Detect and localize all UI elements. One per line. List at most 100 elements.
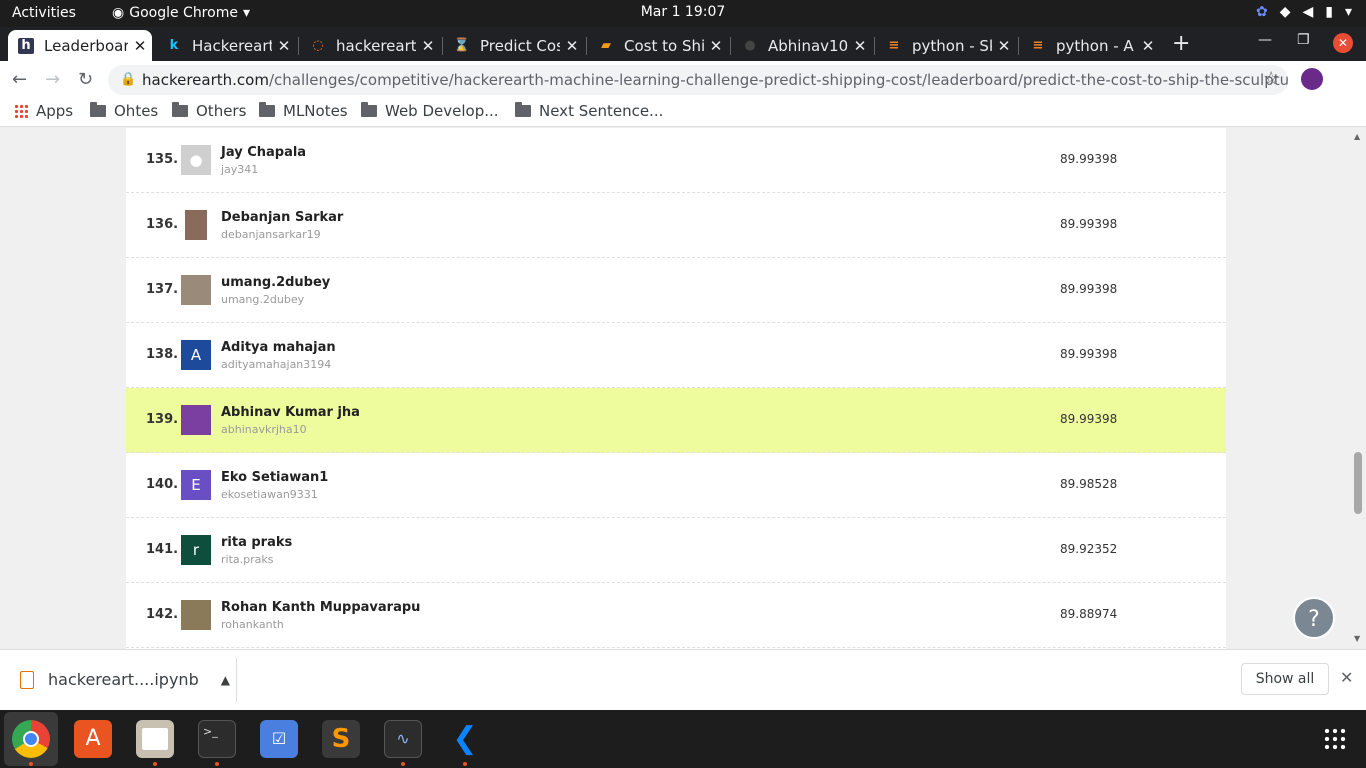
bookmark-folder-mlnotes[interactable]: MLNotes — [259, 102, 348, 120]
bookmark-folder-next-sentence[interactable]: Next Sentence... — [515, 102, 663, 120]
tab-stackoverflow-1[interactable]: ≡ python - Skl ✕ — [876, 30, 1016, 61]
todo-icon[interactable]: ☑ — [260, 720, 298, 758]
leaderboard-row[interactable]: 140. E Eko Setiawan1 ekosetiawan9331 89.… — [126, 453, 1226, 518]
rank: 135. — [146, 152, 179, 167]
back-button[interactable]: ← — [12, 69, 27, 90]
avatar[interactable] — [181, 600, 211, 630]
close-icon[interactable]: ✕ — [416, 37, 440, 55]
tab-hackerearth-kaggle[interactable]: k Hackereart ✕ — [156, 30, 296, 61]
scroll-down-arrow-icon[interactable]: ▼ — [1354, 634, 1360, 643]
user-name[interactable]: Jay Chapala — [221, 145, 306, 160]
tab-cost-to-ship[interactable]: ▰ Cost to Ship ✕ — [588, 30, 728, 61]
close-icon[interactable]: ✕ — [272, 37, 296, 55]
close-icon[interactable]: ✕ — [704, 37, 728, 55]
sublime-text-icon[interactable]: S — [322, 720, 360, 758]
avatar[interactable]: E — [181, 470, 211, 500]
bookmark-label: Others — [196, 102, 247, 120]
leaderboard-row[interactable]: 141. r rita praks rita.praks 89.92352 — [126, 518, 1226, 583]
new-tab-button[interactable]: + — [1172, 31, 1190, 56]
close-icon[interactable]: ✕ — [560, 37, 584, 55]
leaderboard-row-current-user[interactable]: 139. Abhinav Kumar jha abhinavkrjha10 89… — [126, 388, 1226, 453]
user-name[interactable]: umang.2dubey — [221, 275, 330, 290]
files-icon[interactable] — [136, 720, 174, 758]
user-name[interactable]: Eko Setiawan1 — [221, 470, 328, 485]
jupyter-icon: ◌ — [312, 38, 324, 53]
running-indicator — [153, 762, 157, 766]
close-window-button[interactable]: ✕ — [1333, 33, 1353, 53]
bookmark-folder-ohtes[interactable]: Ohtes — [90, 102, 158, 120]
user-name[interactable]: Abhinav Kumar jha — [221, 405, 360, 420]
rank: 140. — [146, 477, 179, 492]
terminal-icon[interactable]: >_ — [198, 720, 236, 758]
app-indicator-icon: ✿ — [1255, 4, 1268, 20]
score: 89.88974 — [1060, 607, 1118, 621]
hackerearth-icon: h — [18, 37, 34, 54]
vscode-icon[interactable]: ❮ — [446, 720, 484, 758]
minimize-button[interactable]: — — [1258, 32, 1272, 48]
bookmark-folder-others[interactable]: Others — [172, 102, 246, 120]
close-icon[interactable]: ✕ — [1136, 37, 1160, 55]
chrome-icon[interactable] — [12, 720, 50, 758]
show-applications-icon[interactable] — [1323, 727, 1347, 751]
leaderboard-row[interactable]: 138. A Aditya mahajan adityamahajan3194 … — [126, 323, 1226, 388]
stackoverflow-icon: ≡ — [888, 38, 900, 53]
reload-button[interactable]: ↻ — [78, 69, 93, 90]
forward-button[interactable]: → — [45, 69, 60, 90]
avatar[interactable] — [1301, 68, 1323, 90]
clock[interactable]: Mar 1 19:07 — [0, 4, 1366, 20]
leaderboard-row[interactable]: 136. Debanjan Sarkar debanjansarkar19 89… — [126, 193, 1226, 258]
tab-stackoverflow-2[interactable]: ≡ python - A c ✕ — [1020, 30, 1160, 61]
lock-icon[interactable]: 🔒 — [120, 65, 136, 95]
url-host: hackerearth.com — [142, 71, 269, 89]
close-icon[interactable]: ✕ — [848, 37, 872, 55]
stackoverflow-icon: ≡ — [1032, 38, 1044, 53]
software-center-icon[interactable]: A — [74, 720, 112, 758]
close-icon[interactable]: ✕ — [128, 37, 152, 55]
system-monitor-icon[interactable]: ∿ — [384, 720, 422, 758]
avatar[interactable] — [181, 405, 211, 435]
system-tray[interactable]: ✿ ◆ ◀ ▮ ▾ — [1256, 4, 1352, 20]
avatar[interactable] — [185, 210, 207, 240]
download-file-name: hackereart....ipynb — [48, 670, 199, 689]
kaggle-icon: k — [169, 38, 179, 53]
tab-title: Hackereart — [192, 36, 272, 55]
running-indicator — [401, 762, 405, 766]
tab-leaderboard[interactable]: h Leaderboar ✕ — [8, 30, 152, 61]
leaderboard-row[interactable]: 137. umang.2dubey umang.2dubey 89.99398 — [126, 258, 1226, 323]
url-path: /challenges/competitive/hackerearth-mach… — [268, 71, 1288, 89]
rank: 139. — [146, 412, 179, 427]
tab-github[interactable]: ● Abhinav100 ✕ — [732, 30, 872, 61]
chevron-up-icon[interactable]: ▲ — [221, 673, 230, 687]
bookmark-apps[interactable]: Apps — [14, 102, 73, 120]
tab-predict-cost[interactable]: ⌛ Predict Cost ✕ — [444, 30, 584, 61]
tab-jupyter[interactable]: ◌ hackereartl ✕ — [300, 30, 440, 61]
page-scrollbar[interactable]: ▲ ▼ — [1350, 128, 1366, 649]
leaderboard-row[interactable]: 135. ● Jay Chapala jay341 89.99398 — [126, 128, 1226, 193]
download-item[interactable]: hackereart....ipynb ▲ — [20, 670, 230, 689]
folder-icon — [515, 102, 531, 117]
leaderboard-row[interactable]: 142. Rohan Kanth Muppavarapu rohankanth … — [126, 583, 1226, 648]
avatar[interactable]: A — [181, 340, 211, 370]
close-icon[interactable]: ✕ — [992, 37, 1016, 55]
default-user-icon: ● — [189, 151, 203, 169]
user-name[interactable]: Debanjan Sarkar — [221, 210, 343, 225]
bookmark-folder-web-develop[interactable]: Web Develop... — [361, 102, 499, 120]
scrollbar-thumb[interactable] — [1354, 452, 1362, 514]
user-name[interactable]: Aditya mahajan — [221, 340, 336, 355]
bookmark-star-icon[interactable]: ☆ — [1263, 68, 1279, 89]
user-name[interactable]: Rohan Kanth Muppavarapu — [221, 600, 420, 615]
scroll-up-arrow-icon[interactable]: ▲ — [1354, 132, 1360, 141]
show-all-button[interactable]: Show all — [1241, 663, 1329, 695]
maximize-button[interactable]: ❐ — [1297, 32, 1310, 48]
avatar[interactable] — [181, 275, 211, 305]
user-handle: ekosetiawan9331 — [221, 488, 318, 501]
user-handle: rohankanth — [221, 618, 284, 631]
score: 89.99398 — [1060, 152, 1118, 166]
help-button[interactable]: ? — [1293, 597, 1335, 639]
rank: 136. — [146, 217, 179, 232]
avatar[interactable]: r — [181, 535, 211, 565]
close-icon[interactable]: ✕ — [1340, 668, 1353, 687]
address-bar[interactable]: 🔒 hackerearth.com/challenges/competitive… — [108, 65, 1288, 95]
avatar[interactable]: ● — [181, 145, 211, 175]
user-name[interactable]: rita praks — [221, 535, 292, 550]
